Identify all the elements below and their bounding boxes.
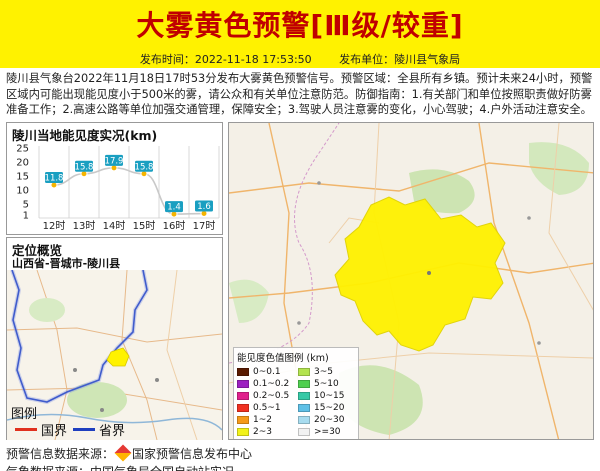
header-banner: 大雾黄色预警[Ⅲ级/较重] 发布时间：2022-11-18 17:53:50 发… [0, 0, 600, 68]
legend-label: 10~15 [314, 390, 345, 401]
legend-label: 20~30 [314, 414, 345, 425]
legend-label: 1~2 [253, 414, 272, 425]
provincial-border-line-icon [73, 428, 95, 431]
legend-provincial-border: 省界 [73, 420, 125, 439]
legend-swatch [298, 427, 310, 436]
inset-legend: 图例 国界 省界 [7, 403, 223, 439]
y-tick-label: 1 [23, 211, 29, 222]
data-label: 17.9 [105, 156, 124, 166]
legend-label: 0~0.1 [253, 366, 281, 377]
legend-label: 3~5 [314, 366, 333, 377]
legend-item: 10~15 [298, 390, 355, 401]
warning-meta: 发布时间：2022-11-18 17:53:50 发布单位：陵川县气象局 [0, 51, 600, 67]
legend-item: 1~2 [237, 414, 294, 425]
legend-item: 0~0.1 [237, 366, 294, 377]
publisher: 发布单位：陵川县气象局 [339, 53, 461, 66]
x-tick-label: 16时 [163, 220, 186, 232]
legend-swatch [298, 415, 310, 424]
legend-swatch [298, 379, 310, 388]
legend-item: 0.5~1 [237, 402, 294, 413]
national-border-label: 国界 [41, 424, 68, 439]
visibility-panel: 陵川当地能见度实况(km) 25 20 15 10 5 1 11.8 12时 15.8 13时 17… [6, 122, 223, 235]
legend-item: 5~10 [298, 378, 355, 389]
x-tick-label: 14时 [103, 220, 126, 232]
legend-label: 0.5~1 [253, 402, 281, 413]
legend-swatch [237, 403, 249, 412]
legend-label: >=30 [314, 426, 341, 437]
data-label: 15.8 [135, 162, 154, 172]
data-label: 1.6 [197, 202, 211, 212]
x-tick-label: 15时 [133, 220, 156, 232]
legend-label: 5~10 [314, 378, 339, 389]
legend-national-border: 国界 [15, 420, 67, 439]
publish-time: 发布时间：2022-11-18 17:53:50 [139, 53, 312, 66]
legend-swatch [298, 391, 310, 400]
data-label: 15.8 [75, 162, 94, 172]
legend-title: 能见度色值图例 (km) [237, 353, 329, 364]
legend-label: 2~3 [253, 426, 272, 437]
y-tick-label: 15 [16, 172, 29, 183]
footer-data-line: 气象数据来源：中国气象局全国自动站实况 [6, 463, 596, 471]
footer-source-line: 预警信息数据来源： 国家预警信息发布中心 [6, 444, 596, 463]
legend-swatch [298, 403, 310, 412]
legend-item: 0.1~0.2 [237, 378, 294, 389]
legend-swatch [298, 367, 310, 376]
y-tick-label: 20 [16, 158, 29, 169]
legend-item: 2~3 [237, 426, 294, 437]
visibility-color-legend: 能见度色值图例 (km) 0~0.1 3~5 0.1~0.2 5~10 0.2~0.5 1… [233, 347, 359, 439]
legend-label: 0.1~0.2 [253, 378, 290, 389]
legend-item: 15~20 [298, 402, 355, 413]
data-label: 1.4 [167, 203, 181, 213]
legend-item: 20~30 [298, 414, 355, 425]
warning-title: 大雾黄色预警[Ⅲ级/较重] [136, 9, 464, 42]
national-border-line-icon [15, 428, 37, 431]
y-tick-label: 25 [16, 144, 29, 155]
main-map[interactable]: 能见度色值图例 (km) 0~0.1 3~5 0.1~0.2 5~10 0.2~0.5 1… [228, 122, 594, 440]
source-name[interactable]: 国家预警信息发布中心 [132, 447, 252, 461]
legend-swatch [237, 367, 249, 376]
x-tick-label: 12时 [43, 220, 66, 232]
legend-item: >=30 [298, 426, 355, 437]
source-prefix: 预警信息数据来源： [6, 447, 115, 461]
legend-swatch [237, 427, 249, 436]
legend-grid: 0~0.1 3~5 0.1~0.2 5~10 0.2~0.5 10~15 0.5~1 15~2… [237, 366, 355, 437]
x-tick-label: 17时 [193, 220, 216, 232]
provincial-border-label: 省界 [99, 424, 126, 439]
legend-label: 15~20 [314, 402, 345, 413]
warning-description: 陵川县气象台2022年11月18日17时53分发布大雾黄色预警信号。预警区域：全… [6, 72, 593, 116]
source-logo-icon [114, 444, 132, 462]
location-panel: 定位概览 山西省-晋城市-陵川县 图例 国界 省界 [6, 237, 223, 440]
legend-label: 0.2~0.5 [253, 390, 290, 401]
x-tick-label: 13时 [73, 220, 96, 232]
legend-swatch [237, 415, 249, 424]
legend-swatch [237, 391, 249, 400]
data-label: 11.8 [45, 173, 64, 183]
legend-item: 3~5 [298, 366, 355, 377]
visibility-chart: 25 20 15 10 51 11.8 12时 15.8 13时 17.9 14时 15.8 15时 1.… [16, 144, 220, 232]
y-tick-label: 10 [16, 186, 29, 197]
y-tick-label: 5 [23, 200, 29, 211]
footer: 预警信息数据来源： 国家预警信息发布中心 气象数据来源：中国气象局全国自动站实况 [6, 444, 596, 471]
legend-swatch [237, 379, 249, 388]
location-subtitle: 山西省-晋城市-陵川县 [12, 257, 121, 270]
legend-item: 0.2~0.5 [237, 390, 294, 401]
